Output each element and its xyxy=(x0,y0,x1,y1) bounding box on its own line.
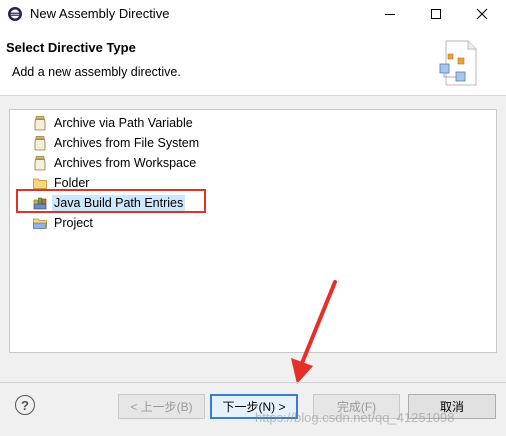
tree-item-project[interactable]: Project xyxy=(32,213,95,232)
folder-icon xyxy=(33,178,47,189)
maximize-button[interactable] xyxy=(413,0,459,28)
close-button[interactable] xyxy=(459,0,505,28)
tree-item-archives-file-system[interactable]: Archives from File System xyxy=(32,133,201,152)
new-file-wizard-icon xyxy=(439,40,477,86)
eclipse-app-icon xyxy=(8,7,22,21)
tree-item-archives-workspace[interactable]: Archives from Workspace xyxy=(32,153,198,172)
window-title: New Assembly Directive xyxy=(30,6,170,21)
tree-item-label: Project xyxy=(54,215,93,230)
close-icon xyxy=(476,8,488,20)
library-icon xyxy=(33,197,47,209)
title-bar: New Assembly Directive xyxy=(0,0,506,28)
back-button[interactable]: < 上一步(B) xyxy=(118,394,205,419)
tree-item-java-build-path[interactable]: Java Build Path Entries xyxy=(32,193,186,212)
tree-item-label: Archives from Workspace xyxy=(54,155,197,170)
jar-icon xyxy=(34,115,46,130)
page-description: Add a new assembly directive. xyxy=(12,65,181,79)
project-icon xyxy=(33,218,47,229)
footer-separator xyxy=(0,382,506,383)
page-title: Select Directive Type xyxy=(6,40,136,55)
finish-button[interactable]: 完成(F) xyxy=(313,394,400,419)
jar-icon xyxy=(34,155,46,170)
tree-item-label: Archive via Path Variable xyxy=(54,115,193,130)
next-button[interactable]: 下一步(N) > xyxy=(210,394,298,419)
tree-item-label: Java Build Path Entries xyxy=(52,194,186,211)
help-button[interactable]: ? xyxy=(15,395,35,415)
cancel-button[interactable]: 取消 xyxy=(408,394,496,419)
jar-icon xyxy=(34,135,46,150)
tree-item-archive-path-variable[interactable]: Archive via Path Variable xyxy=(32,113,195,132)
maximize-icon xyxy=(431,9,441,19)
minimize-button[interactable] xyxy=(367,0,413,28)
minimize-icon xyxy=(385,14,395,15)
content-area: Archive via Path Variable Archives from … xyxy=(0,97,506,369)
tree-item-folder[interactable]: Folder xyxy=(32,173,91,192)
tree-item-label: Archives from File System xyxy=(54,135,200,150)
tree-item-label: Folder xyxy=(54,175,90,190)
wizard-header: Select Directive Type Add a new assembly… xyxy=(0,28,506,96)
directive-type-tree[interactable]: Archive via Path Variable Archives from … xyxy=(9,109,497,353)
help-icon: ? xyxy=(21,397,29,413)
